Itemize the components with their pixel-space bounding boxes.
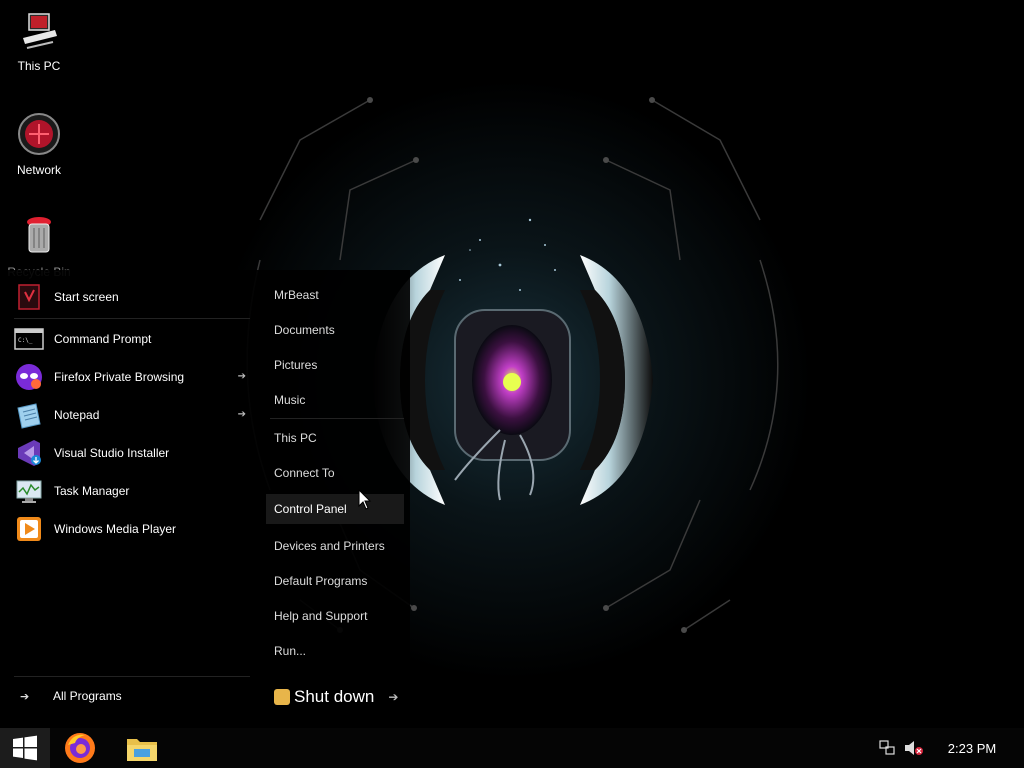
desktop-icon-label: Network xyxy=(16,163,61,177)
separator xyxy=(270,418,404,419)
program-start-screen[interactable]: Start screen xyxy=(14,280,250,314)
program-label: Notepad xyxy=(54,408,100,422)
shutdown-icon xyxy=(274,689,290,705)
network-icon xyxy=(18,113,60,155)
desktop-icon-network[interactable]: Network xyxy=(0,112,78,177)
place-help-and-support[interactable]: Help and Support xyxy=(266,601,404,631)
place-control-panel[interactable]: Control Panel xyxy=(266,494,404,524)
program-task-manager[interactable]: Task Manager xyxy=(14,474,250,508)
start-menu: Start screen C:\_ Command Prompt Firefox… xyxy=(0,270,410,728)
taskbar-firefox[interactable] xyxy=(56,728,104,768)
windows-logo-icon xyxy=(13,735,37,761)
start-menu-places-pane: MrBeast Documents Pictures Music This PC… xyxy=(266,270,410,728)
visual-studio-installer-icon xyxy=(18,440,41,466)
notepad-icon xyxy=(17,403,41,429)
volume-muted-icon[interactable] xyxy=(904,740,924,756)
arrow-right-icon: ➔ xyxy=(20,690,30,703)
place-label: MrBeast xyxy=(274,288,319,302)
place-documents[interactable]: Documents xyxy=(266,315,404,345)
start-button[interactable] xyxy=(0,728,50,768)
place-label: Default Programs xyxy=(274,574,368,588)
place-label: This PC xyxy=(274,431,317,445)
program-label: Start screen xyxy=(54,290,119,304)
submenu-arrow-icon[interactable]: ➔ xyxy=(238,371,246,382)
place-label: Help and Support xyxy=(274,609,368,623)
place-label: Documents xyxy=(274,323,335,337)
place-label: Devices and Printers xyxy=(274,539,385,553)
program-notepad[interactable]: Notepad ➔ xyxy=(14,398,250,432)
command-prompt-icon: C:\_ xyxy=(14,328,44,350)
mouse-cursor-icon xyxy=(358,489,372,510)
program-label: Command Prompt xyxy=(54,332,152,346)
place-mrbeast[interactable]: MrBeast xyxy=(266,280,404,310)
place-this-pc[interactable]: This PC xyxy=(266,423,404,453)
program-label: Visual Studio Installer xyxy=(54,446,170,460)
task-manager-icon xyxy=(16,480,42,503)
clock-time: 2:23 PM xyxy=(947,740,997,756)
taskbar: 2:23 PM xyxy=(0,728,1024,768)
desktop-icon-label: This PC xyxy=(17,59,61,73)
all-programs-label: All Programs xyxy=(53,689,122,703)
place-default-programs[interactable]: Default Programs xyxy=(266,566,404,596)
file-explorer-icon xyxy=(127,739,157,761)
taskbar-file-explorer[interactable] xyxy=(118,728,166,768)
network-tray-icon[interactable] xyxy=(878,740,896,756)
firefox-private-icon xyxy=(16,364,42,390)
separator xyxy=(14,318,250,319)
windows-media-player-icon xyxy=(17,517,41,541)
program-visual-studio-installer[interactable]: Visual Studio Installer xyxy=(14,436,250,470)
shutdown-options-arrow-icon[interactable]: ➔ xyxy=(388,690,398,704)
submenu-arrow-icon[interactable]: ➔ xyxy=(238,409,246,420)
place-label: Run... xyxy=(274,644,307,658)
place-label: Connect To xyxy=(274,466,335,480)
program-label: Firefox Private Browsing xyxy=(54,370,185,384)
place-label: Music xyxy=(274,393,306,407)
recycle-bin-icon xyxy=(27,217,51,253)
separator xyxy=(14,676,250,677)
place-label: Control Panel xyxy=(274,502,347,516)
start-screen-icon xyxy=(18,284,40,310)
shut-down-label: Shut down xyxy=(294,687,375,706)
shut-down-button[interactable]: Shut down ➔ xyxy=(274,684,398,710)
start-menu-programs-pane: Start screen C:\_ Command Prompt Firefox… xyxy=(0,270,258,728)
program-label: Windows Media Player xyxy=(54,522,177,536)
program-firefox-private-browsing[interactable]: Firefox Private Browsing ➔ xyxy=(14,360,250,394)
firefox-icon xyxy=(65,733,95,763)
place-connect-to[interactable]: Connect To xyxy=(266,458,404,488)
svg-text:C:\_: C:\_ xyxy=(18,337,33,344)
this-pc-icon xyxy=(23,13,57,49)
place-label: Pictures xyxy=(274,358,318,372)
program-windows-media-player[interactable]: Windows Media Player xyxy=(14,512,250,546)
program-command-prompt[interactable]: C:\_ Command Prompt xyxy=(14,322,250,356)
place-pictures[interactable]: Pictures xyxy=(266,350,404,380)
desktop-icon-this-pc[interactable]: This PC xyxy=(0,8,78,73)
place-music[interactable]: Music xyxy=(266,385,404,415)
taskbar-clock[interactable]: 2:23 PM xyxy=(936,728,1008,768)
program-label: Task Manager xyxy=(54,484,130,498)
all-programs-button[interactable]: ➔ All Programs xyxy=(20,684,250,708)
place-run[interactable]: Run... xyxy=(266,636,404,666)
place-devices-and-printers[interactable]: Devices and Printers xyxy=(266,531,404,561)
